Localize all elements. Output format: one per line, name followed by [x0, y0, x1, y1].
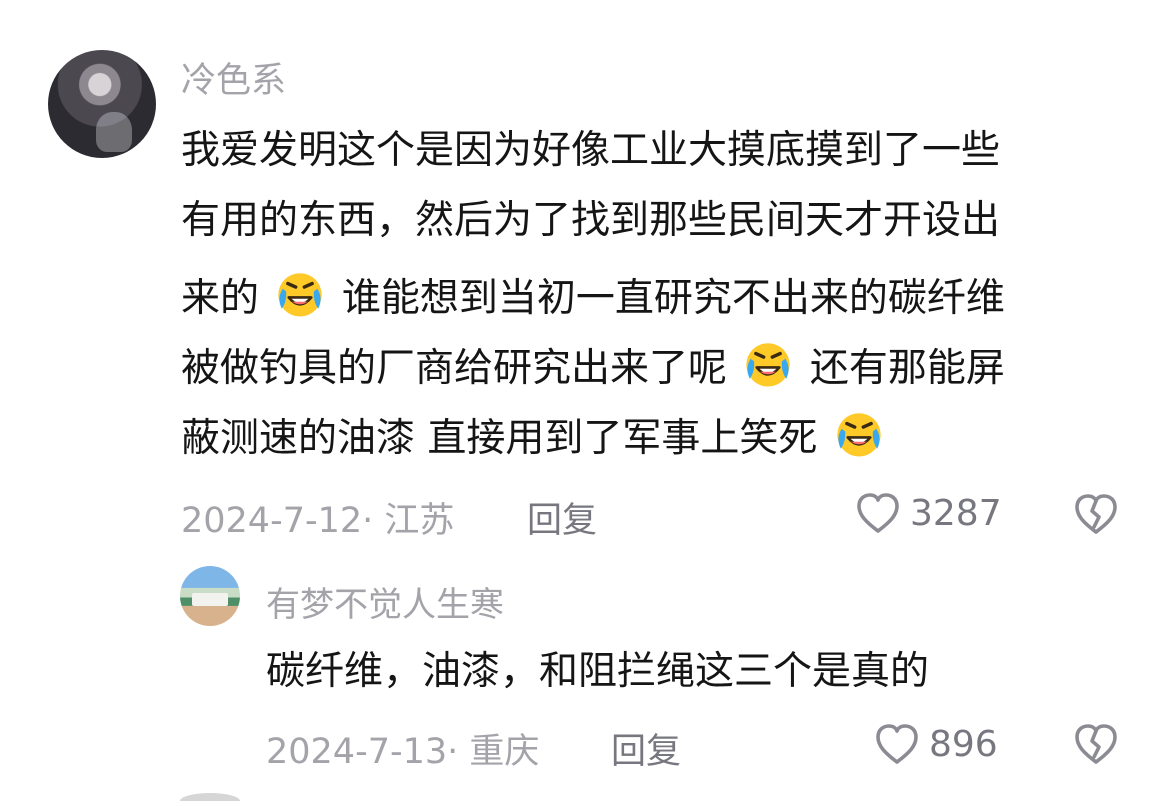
reply-avatar[interactable]	[180, 566, 240, 626]
comment-date-location: 2024-7-12· 江苏	[181, 501, 455, 541]
comment-like-count: 3287	[910, 492, 1002, 534]
commenter-username[interactable]: 冷色系	[181, 52, 286, 103]
reply-like-count: 896	[929, 723, 998, 765]
comment-reply-button[interactable]: 回复	[527, 492, 597, 543]
broken-heart-icon[interactable]	[1072, 720, 1120, 768]
comment-text-segment: 谁能想到当初一直研究不出来的碳纤维	[341, 276, 1005, 321]
laughing-crying-emoji-icon	[837, 413, 881, 457]
heart-icon	[876, 724, 918, 764]
commenter-avatar[interactable]	[48, 50, 156, 158]
comment-text-segment: 来的	[181, 276, 260, 321]
comment-text-segment: 还有那能屏	[809, 346, 1005, 391]
laughing-crying-emoji-icon	[278, 273, 323, 317]
reply-like-button[interactable]: 896	[873, 720, 998, 768]
broken-heart-icon[interactable]	[1072, 490, 1120, 538]
comment-text-line: 有用的东西，然后为了找到那些民间天才开设出	[181, 198, 1001, 243]
reply-username[interactable]: 有梦不觉人生寒	[266, 577, 504, 626]
comment-text-line: 我爱发明这个是因为好像工业大摸底摸到了一些	[181, 128, 1001, 173]
next-avatar-partial	[180, 793, 240, 801]
heart-icon	[857, 493, 899, 533]
comment-text-segment: 蔽测速的油漆 直接用到了军事上笑死	[181, 416, 818, 461]
comment-text-segment: 被做钓具的厂商给研究出来了呢	[181, 346, 728, 391]
comment-text-line: 被做钓具的厂商给研究出来了呢 还有那能屏	[181, 338, 1005, 392]
reply-reply-button[interactable]: 回复	[611, 723, 681, 774]
comment-text-line: 蔽测速的油漆 直接用到了军事上笑死	[181, 408, 888, 462]
reply-text: 碳纤维，油漆，和阻拦绳这三个是真的	[266, 649, 930, 694]
comment-like-button[interactable]: 3287	[854, 489, 1002, 537]
laughing-crying-emoji-icon	[746, 343, 791, 387]
comment-text-line: 来的 谁能想到当初一直研究不出来的碳纤维	[181, 268, 1005, 322]
reply-date-location: 2024-7-13· 重庆	[266, 732, 540, 772]
